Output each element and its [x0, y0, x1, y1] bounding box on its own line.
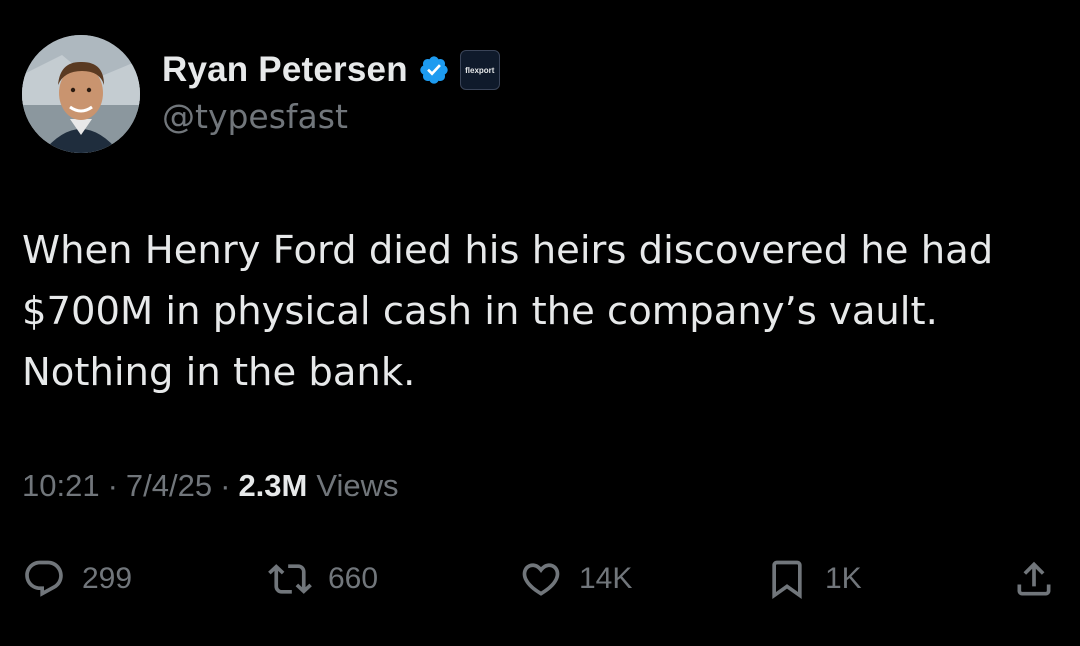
avatar-photo	[22, 35, 140, 153]
bookmark-button[interactable]: 1K	[765, 556, 862, 602]
tweet: Ryan Petersen flexport @typesfast When H…	[0, 0, 1080, 646]
affiliate-badge-text: flexport	[465, 65, 495, 75]
avatar[interactable]	[22, 35, 140, 153]
views-label: Views	[316, 468, 399, 503]
reply-icon	[22, 557, 66, 601]
like-button[interactable]: 14K	[519, 556, 632, 602]
tweet-meta: 10:21 · 7/4/25 · 2.3M Views	[22, 468, 399, 504]
share-button[interactable]	[1012, 556, 1056, 602]
tweet-text: When Henry Ford died his heirs discovere…	[22, 228, 994, 395]
repost-icon	[268, 557, 312, 601]
action-bar: 299 660 14K 1K	[0, 556, 1080, 602]
heart-icon	[519, 557, 563, 601]
share-icon	[1012, 557, 1056, 601]
reply-button[interactable]: 299	[22, 556, 132, 602]
author-handle[interactable]: @typesfast	[162, 97, 348, 136]
tweet-time[interactable]: 10:21	[22, 468, 100, 504]
meta-separator: ·	[220, 468, 231, 503]
like-count: 14K	[579, 562, 633, 595]
reply-count: 299	[82, 562, 133, 595]
affiliate-badge[interactable]: flexport	[459, 50, 500, 90]
bookmark-icon	[765, 557, 809, 601]
bookmark-count: 1K	[825, 562, 862, 595]
meta-separator: ·	[107, 468, 118, 503]
repost-button[interactable]: 660	[268, 556, 378, 602]
tweet-date[interactable]: 7/4/25	[126, 468, 212, 504]
views-count[interactable]: 2.3M	[238, 468, 307, 504]
repost-count: 660	[328, 562, 379, 595]
author-display-name[interactable]: Ryan Petersen	[162, 50, 408, 90]
author-name-row: Ryan Petersen flexport	[162, 48, 500, 92]
verified-badge-icon[interactable]	[418, 54, 450, 86]
